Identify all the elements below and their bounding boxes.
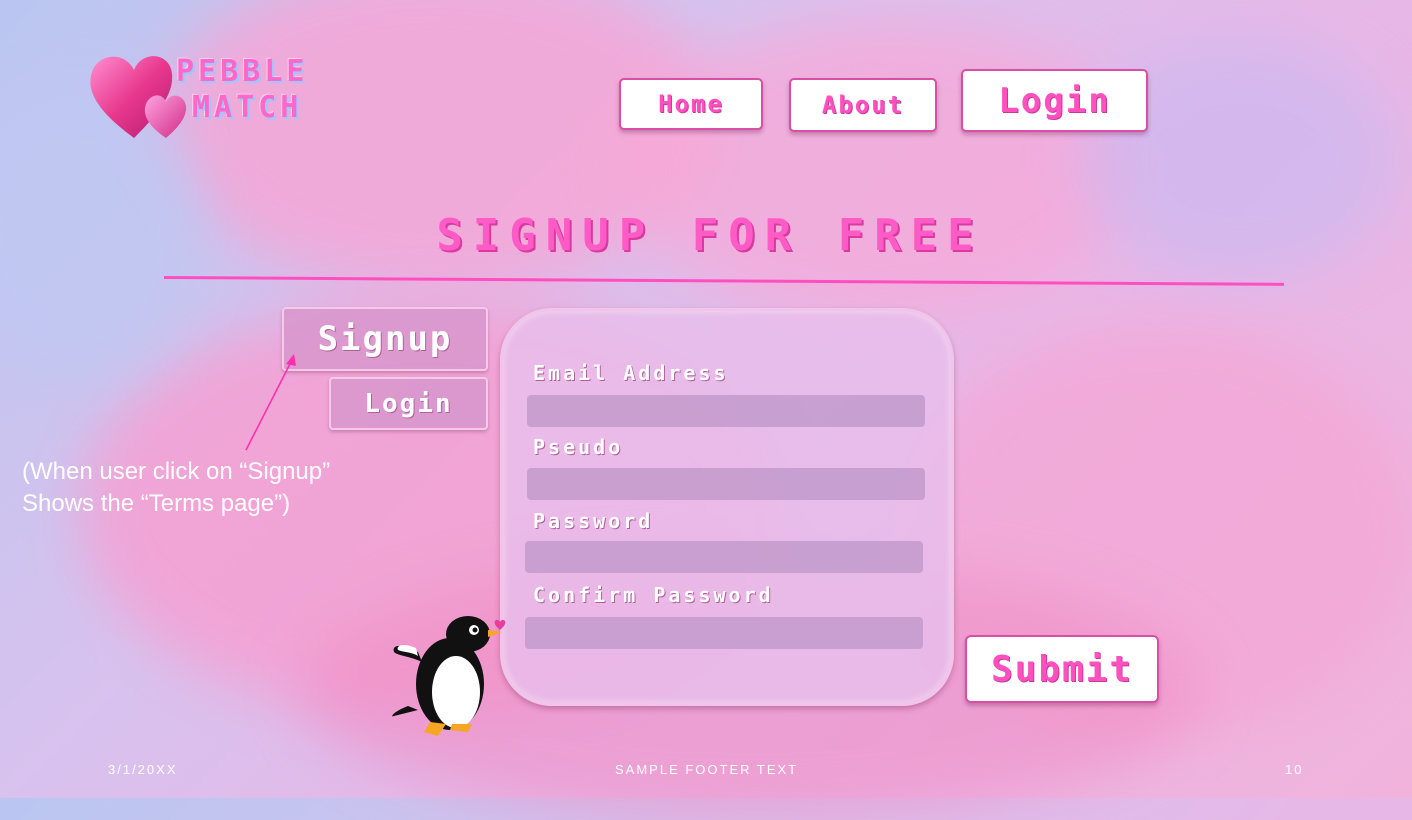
brand-name-line1: PEBBLE bbox=[176, 54, 309, 89]
annotation-note: (When user click on “Signup” Shows the “… bbox=[22, 456, 402, 520]
confirm-password-field[interactable] bbox=[525, 617, 923, 649]
pseudo-label: Pseudo bbox=[533, 435, 624, 459]
annotation-line: (When user click on “Signup” bbox=[22, 458, 331, 485]
nav-home-button[interactable]: Home bbox=[619, 78, 763, 130]
nav-login-button[interactable]: Login bbox=[961, 69, 1148, 132]
password-label: Password bbox=[533, 509, 654, 533]
password-field[interactable] bbox=[525, 541, 923, 573]
footer-text: SAMPLE FOOTER TEXT bbox=[615, 762, 799, 777]
brand-logo[interactable]: PEBBLE MATCH bbox=[86, 50, 346, 145]
penguin-icon bbox=[392, 616, 506, 736]
page-title: SIGNUP FOR FREE bbox=[436, 210, 984, 261]
brand-name-line2: MATCH bbox=[192, 90, 303, 125]
email-label: Email Address bbox=[533, 361, 729, 385]
pseudo-field[interactable] bbox=[527, 468, 925, 500]
footer-page-number: 10 bbox=[1285, 762, 1304, 777]
annotation-line: Shows the “Terms page”) bbox=[22, 490, 291, 517]
email-field[interactable] bbox=[527, 395, 925, 427]
background-cloud bbox=[620, 20, 1140, 320]
annotation-arrow-icon bbox=[245, 354, 296, 451]
submit-button[interactable]: Submit bbox=[965, 635, 1159, 703]
signup-form: Email Address Pseudo Password Confirm Pa… bbox=[500, 308, 954, 706]
footer-date: 3/1/20XX bbox=[108, 762, 178, 777]
tab-login[interactable]: Login bbox=[329, 377, 488, 430]
nav-about-button[interactable]: About bbox=[789, 78, 937, 132]
tab-signup[interactable]: Signup bbox=[282, 307, 488, 371]
confirm-password-label: Confirm Password bbox=[533, 583, 774, 607]
